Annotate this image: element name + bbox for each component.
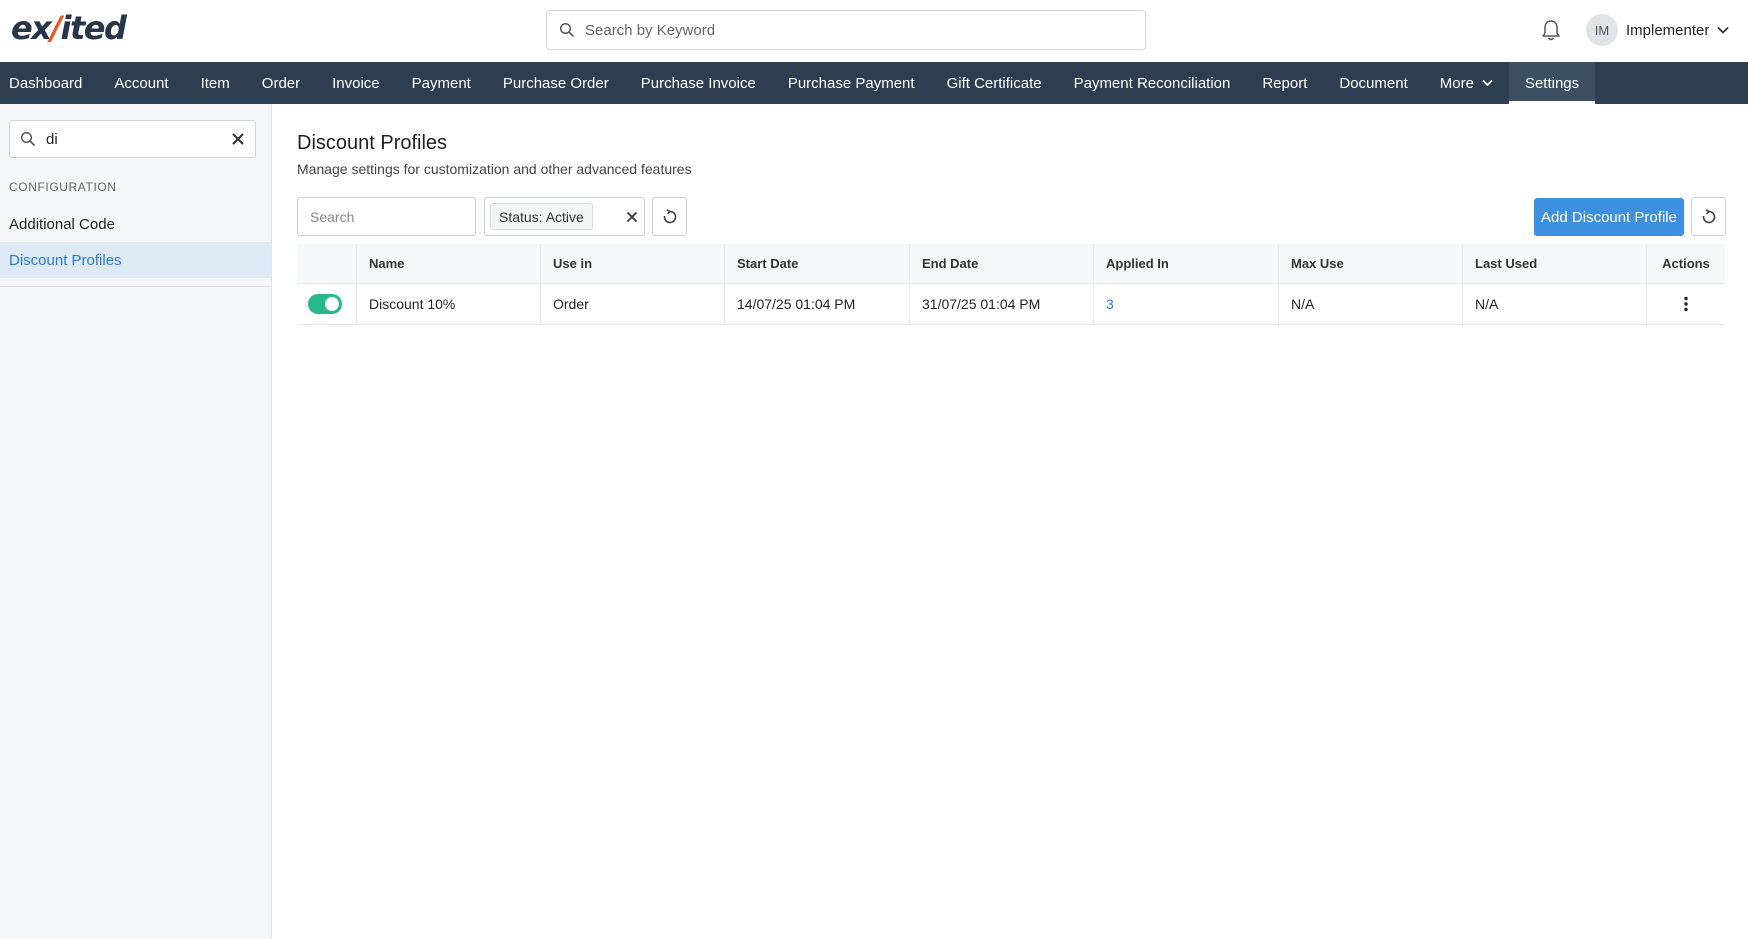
column-applied-in[interactable]: Applied In [1094,244,1279,283]
applied-in-cell: 3 [1094,284,1279,324]
table-search[interactable] [297,197,476,236]
chevron-down-icon [1717,26,1730,34]
nav-payment-reconciliation[interactable]: Payment Reconciliation [1058,62,1247,104]
avatar: IM [1586,14,1618,46]
logo-prefix: ex [11,9,52,47]
column-status [297,244,357,283]
nav-more-label: More [1439,74,1474,92]
bell-icon[interactable] [1540,18,1562,42]
nav-order[interactable]: Order [246,62,316,104]
main-content: Discount Profiles Manage settings for cu… [272,104,1748,939]
more-actions-button[interactable] [1676,294,1696,314]
discount-profiles-table: Name Use in Start Date End Date Applied … [297,244,1725,325]
status-cell [297,284,357,324]
logo-suffix: ited [60,9,127,47]
chevron-down-icon [1482,79,1493,87]
nav-document[interactable]: Document [1323,62,1423,104]
start-date-cell: 14/07/25 01:04 PM [725,284,910,324]
column-name[interactable]: Name [357,244,541,283]
page-subtitle: Manage settings for customization and ot… [297,161,692,177]
table-search-input[interactable] [310,208,460,225]
nav-dashboard[interactable]: Dashboard [0,62,98,104]
nav-more[interactable]: More [1424,62,1509,104]
top-header: ex/ited IM Implementer [0,0,1748,62]
refresh-icon [663,208,676,223]
reset-filters-button[interactable] [652,197,687,236]
add-discount-profile-button[interactable]: Add Discount Profile [1534,198,1684,236]
nav-payment[interactable]: Payment [396,62,487,104]
end-date-cell: 31/07/25 01:04 PM [910,284,1094,324]
max-use-cell: N/A [1279,284,1463,324]
sidebar-item-additional-code[interactable]: Additional Code [0,206,271,242]
nav-account[interactable]: Account [98,62,184,104]
search-icon [559,22,575,38]
use-in-cell: Order [541,284,725,324]
nav-purchase-invoice[interactable]: Purchase Invoice [625,62,772,104]
applied-in-link[interactable]: 3 [1106,296,1114,312]
close-icon[interactable] [231,132,245,146]
column-last-used[interactable]: Last Used [1463,244,1647,283]
exsited-logo[interactable]: ex / ited [11,8,127,48]
user-name: Implementer [1626,21,1710,39]
logo-accent: / [50,9,62,47]
sidebar-search-input[interactable] [46,130,216,148]
sidebar-item-discount-profiles[interactable]: Discount Profiles [0,242,271,278]
refresh-icon [1702,208,1715,223]
page-title: Discount Profiles [297,132,448,154]
last-used-cell: N/A [1463,284,1647,324]
nav-item[interactable]: Item [185,62,246,104]
column-actions: Actions [1662,256,1710,271]
nav-settings[interactable]: Settings [1508,62,1596,104]
global-search[interactable] [546,10,1146,50]
main-nav: Dashboard Account Item Order Invoice Pay… [0,62,1748,104]
sidebar-search[interactable] [9,120,256,158]
sidebar-section-label: CONFIGURATION [9,180,117,194]
user-menu[interactable]: IM Implementer [1586,14,1730,46]
column-start-date[interactable]: Start Date [725,244,910,283]
actions-cell [1647,284,1725,324]
close-icon[interactable] [626,211,638,223]
table-header: Name Use in Start Date End Date Applied … [297,244,1725,284]
nav-purchase-payment[interactable]: Purchase Payment [772,62,931,104]
nav-gift-certificate[interactable]: Gift Certificate [931,62,1058,104]
nav-invoice[interactable]: Invoice [316,62,396,104]
name-cell: Discount 10% [357,284,541,324]
nav-report[interactable]: Report [1246,62,1323,104]
settings-sidebar: CONFIGURATION Additional Code Discount P… [0,104,272,939]
table-row[interactable]: Discount 10% Order 14/07/25 01:04 PM 31/… [297,284,1725,325]
status-filter-chip[interactable]: Status: Active [490,203,593,230]
kebab-menu-icon [1684,296,1688,312]
search-icon [20,131,36,147]
column-use-in[interactable]: Use in [541,244,725,283]
status-filter[interactable]: Status: Active [484,197,645,236]
nav-purchase-order[interactable]: Purchase Order [487,62,625,104]
sidebar-divider [0,286,271,287]
column-end-date[interactable]: End Date [910,244,1094,283]
refresh-button[interactable] [1691,197,1726,236]
column-max-use[interactable]: Max Use [1279,244,1463,283]
active-toggle[interactable] [308,294,342,314]
global-search-input[interactable] [585,21,1125,39]
